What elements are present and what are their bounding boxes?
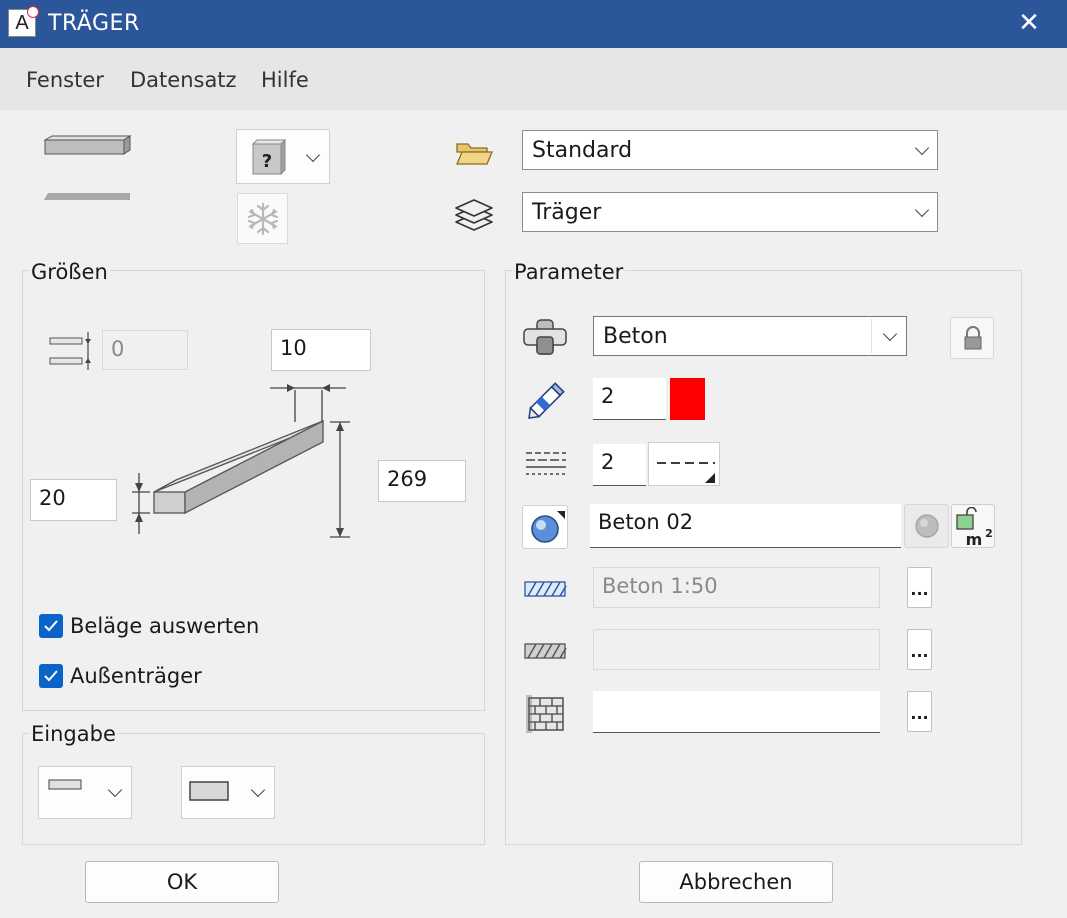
checkbox-aussentraeger-label[interactable]: Außenträger	[70, 664, 202, 688]
svg-text:?: ?	[262, 151, 272, 172]
menu-hilfe[interactable]: Hilfe	[261, 68, 309, 92]
line-input-icon	[48, 779, 82, 790]
height-input[interactable]: 20	[30, 479, 117, 521]
layer-combo[interactable]: Träger	[522, 192, 938, 232]
surface-input[interactable]: Beton 02	[590, 504, 901, 548]
cancel-button[interactable]: Abbrechen	[639, 861, 833, 903]
hatch2-more-button[interactable]: ...	[907, 629, 932, 670]
freeze-button[interactable]	[237, 193, 288, 244]
checkbox-aussentraeger[interactable]	[39, 664, 63, 688]
app-icon[interactable]: A	[8, 6, 39, 37]
width-input[interactable]: 10	[271, 329, 371, 371]
pen-color-swatch[interactable]	[670, 378, 705, 420]
linetype-dropdown[interactable]	[648, 442, 720, 486]
help-icon: ?	[251, 138, 287, 176]
parameter-label: Parameter	[512, 260, 626, 284]
offset-icon	[49, 332, 91, 370]
input-mode-dropdown-2[interactable]	[181, 766, 275, 819]
hatch-gray-icon	[524, 643, 567, 659]
surface-button[interactable]	[522, 505, 568, 549]
m2-lock-button[interactable]: m 2	[951, 504, 995, 548]
hatch1-input: Beton 1:50	[593, 567, 880, 608]
linetype-icon	[526, 452, 566, 475]
pen-icon	[528, 382, 565, 419]
checkbox-belaege[interactable]	[39, 614, 63, 638]
pen-thickness-input[interactable]: 2	[593, 378, 666, 420]
lock-icon	[964, 326, 982, 350]
groessen-label: Größen	[29, 260, 110, 284]
dash-line-icon	[657, 462, 715, 483]
folder-icon[interactable]	[454, 140, 494, 168]
window-title: TRÄGER	[48, 11, 140, 36]
material-icon	[523, 319, 567, 355]
hatch2-input	[593, 629, 880, 670]
m2-lock-icon: m 2	[956, 507, 993, 547]
rect-input-icon	[189, 781, 229, 801]
parameter-group	[505, 270, 1022, 845]
menu-datensatz[interactable]: Datensatz	[130, 68, 237, 92]
surface-disabled-button	[904, 504, 949, 548]
surface-disabled-icon	[915, 514, 939, 538]
hatch1-more-button[interactable]: ...	[907, 567, 932, 608]
svg-text:m: m	[966, 530, 983, 547]
type-dropdown[interactable]: ?	[236, 129, 330, 184]
close-icon[interactable]: ✕	[1016, 8, 1042, 38]
surface-icon	[531, 511, 565, 543]
material-lock-button[interactable]	[950, 317, 994, 359]
eingabe-label: Eingabe	[29, 722, 118, 746]
beam-diagram	[132, 384, 350, 538]
linetype-input[interactable]: 2	[593, 444, 646, 486]
beam-3d-icon[interactable]	[40, 132, 135, 162]
input-mode-dropdown-1[interactable]	[38, 766, 132, 819]
title-bar	[0, 0, 1067, 48]
folder-combo[interactable]: Standard	[522, 130, 938, 170]
svg-text:2: 2	[985, 527, 993, 540]
offset-input: 0	[102, 330, 188, 370]
ok-button[interactable]: OK	[85, 861, 279, 903]
material-combo[interactable]: Beton	[593, 316, 907, 356]
menu-fenster[interactable]: Fenster	[26, 68, 104, 92]
beam-2d-icon[interactable]	[40, 190, 135, 204]
hatch-blue-icon	[524, 581, 567, 597]
checkbox-belaege-label[interactable]: Beläge auswerten	[70, 614, 259, 638]
brick-pattern-icon	[526, 695, 564, 733]
length-input[interactable]: 269	[378, 460, 466, 502]
snowflake-icon	[247, 202, 279, 236]
pattern-input[interactable]	[593, 691, 880, 733]
layers-icon[interactable]	[452, 196, 496, 236]
pattern-more-button[interactable]: ...	[907, 691, 932, 732]
